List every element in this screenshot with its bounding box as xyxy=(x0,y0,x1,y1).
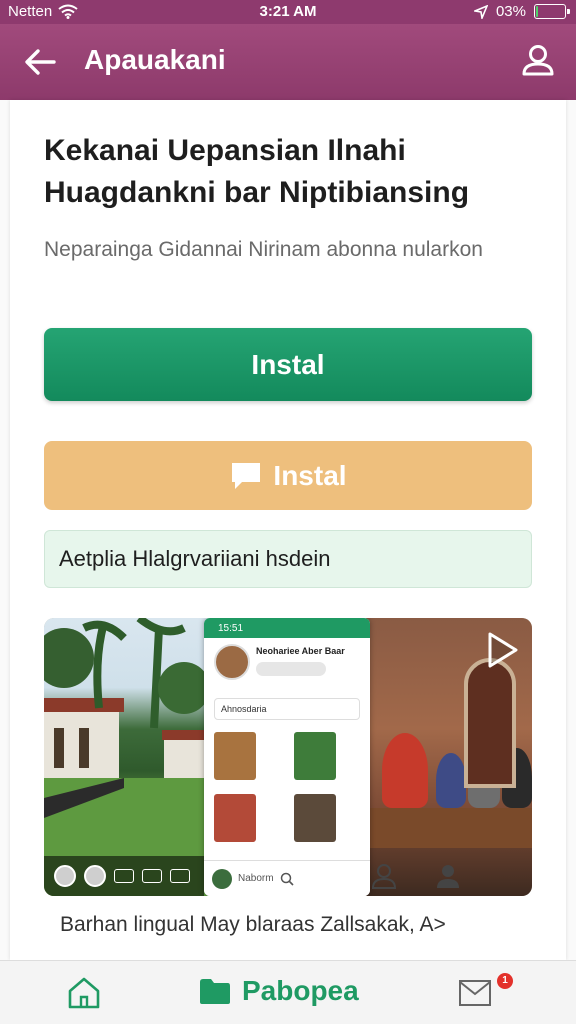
avatar xyxy=(84,865,106,887)
phone-pill xyxy=(256,662,326,676)
battery-percent: 03% xyxy=(495,3,526,20)
window-arch xyxy=(464,658,516,788)
avatar xyxy=(212,868,232,889)
install-button[interactable]: Instal xyxy=(44,328,532,401)
media-chip xyxy=(142,869,162,883)
phone-row: Ahnosdaria xyxy=(214,698,360,720)
dining-table xyxy=(366,808,532,848)
bottom-nav: Pabopea 1 xyxy=(0,960,576,1024)
battery-icon xyxy=(534,4,570,19)
media-strip xyxy=(44,856,204,896)
install-chat-label: Instal xyxy=(273,459,347,491)
media-preview[interactable]: 15:51 Neohariee Aber Baar Ahnosdaria Nab… xyxy=(44,618,532,896)
status-right: 03% xyxy=(473,3,570,20)
media-chip xyxy=(170,869,190,883)
status-bar: Netten 3:21 AM 03% xyxy=(0,0,576,24)
village-scene xyxy=(44,618,214,896)
phone-thumbnail xyxy=(214,732,256,780)
mail-badge: 1 xyxy=(497,973,513,989)
main-heading: Kekanai Uepansian Ilnahi Huagdankni bar … xyxy=(44,134,470,209)
media-caption: Barhan lingual May blaraas Zallsakak, A> xyxy=(60,913,446,936)
media-chip xyxy=(114,869,134,883)
folder-icon xyxy=(200,979,230,1004)
mail-icon[interactable] xyxy=(458,979,492,1007)
app-bar: Apauakani xyxy=(0,24,576,100)
user-outline-icon[interactable] xyxy=(370,862,398,890)
phone-title: Neohariee Aber Baar xyxy=(256,646,345,656)
arrow-left-icon[interactable] xyxy=(20,42,60,82)
phone-mockup: 15:51 Neohariee Aber Baar Ahnosdaria Nab… xyxy=(204,618,370,896)
user-icon[interactable] xyxy=(518,40,558,80)
phone-avatar xyxy=(214,644,250,680)
chat-icon xyxy=(232,462,261,489)
install-chat-button[interactable]: Instal xyxy=(44,441,532,510)
info-note: Aetplia Hlalgrvariiani hsdein xyxy=(44,530,532,588)
nav-center-label: Pabopea xyxy=(242,975,359,1006)
phone-status: 15:51 xyxy=(204,618,370,638)
home-icon[interactable] xyxy=(66,975,102,1011)
village-image xyxy=(44,618,214,896)
phone-search-text: Naborm xyxy=(238,873,274,884)
phone-search-bar: Naborm xyxy=(204,860,370,896)
content-card: Kekanai Uepansian Ilnahi Huagdankni bar … xyxy=(10,100,566,960)
phone-thumbnail xyxy=(294,794,336,842)
battery-fill xyxy=(536,6,538,17)
page-title: Apauakani xyxy=(84,44,226,75)
person-figure xyxy=(436,753,466,808)
play-icon[interactable] xyxy=(478,628,522,672)
phone-thumbnail xyxy=(214,794,256,842)
subheading: Neparainga Gidannai Nirinam abonna nular… xyxy=(44,238,483,261)
person-figure xyxy=(382,733,428,808)
media-icons xyxy=(370,862,462,890)
location-icon xyxy=(473,4,488,19)
phone-thumbnail xyxy=(294,732,336,780)
user-filled-icon[interactable] xyxy=(434,862,462,890)
search-icon xyxy=(280,872,294,886)
nav-center-item[interactable]: Pabopea xyxy=(198,975,359,1007)
avatar xyxy=(54,865,76,887)
